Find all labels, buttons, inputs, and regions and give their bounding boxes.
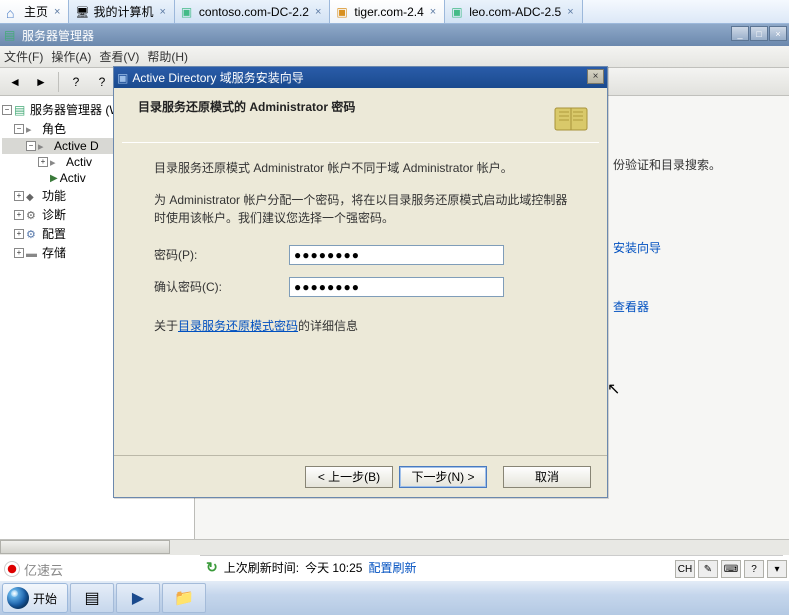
back-button[interactable]: < 上一步(B) bbox=[305, 466, 393, 488]
taskbar: 开始 ▤ ▶ 📁 bbox=[0, 581, 789, 615]
window-title: 服务器管理器 bbox=[22, 27, 94, 44]
computer-icon bbox=[75, 5, 89, 19]
ime-button[interactable]: ✎ bbox=[698, 560, 718, 578]
horizontal-scrollbar[interactable] bbox=[0, 539, 789, 555]
diagnostics-icon bbox=[26, 208, 40, 222]
dsrm-password-link[interactable]: 目录服务还原模式密码 bbox=[178, 319, 298, 333]
ime-language-bar[interactable]: CH ✎ ⌨ ? ▾ bbox=[675, 559, 787, 579]
dialog-para1: 目录服务还原模式 Administrator 帐户不同于域 Administra… bbox=[154, 159, 577, 177]
taskbar-server-manager[interactable]: ▤ bbox=[70, 583, 114, 613]
refresh-icon bbox=[206, 559, 218, 576]
refresh-label: 上次刷新时间: bbox=[224, 559, 299, 576]
ime-button[interactable]: ⌨ bbox=[721, 560, 741, 578]
nav-back-button[interactable]: ◄ bbox=[4, 71, 26, 93]
wizard-icon bbox=[117, 71, 128, 85]
next-button[interactable]: 下一步(N) > bbox=[399, 466, 487, 488]
menu-action[interactable]: 操作(A) bbox=[51, 48, 91, 65]
menu-view[interactable]: 查看(V) bbox=[99, 48, 139, 65]
menu-help[interactable]: 帮助(H) bbox=[147, 48, 188, 65]
book-icon bbox=[551, 98, 591, 138]
roles-icon bbox=[26, 122, 40, 136]
config-icon bbox=[26, 227, 40, 241]
lang-indicator[interactable]: CH bbox=[675, 560, 695, 578]
close-icon[interactable]: × bbox=[565, 6, 575, 18]
help-button[interactable]: ? bbox=[91, 71, 113, 93]
menu-bar: 文件(F) 操作(A) 查看(V) 帮助(H) bbox=[0, 46, 789, 68]
viewer-link[interactable]: 查看器 bbox=[613, 300, 649, 314]
tab-leo[interactable]: leo.com-ADC-2.5× bbox=[445, 0, 582, 23]
server-icon bbox=[336, 5, 350, 19]
taskbar-explorer[interactable]: 📁 bbox=[162, 583, 206, 613]
folder-icon bbox=[50, 155, 64, 169]
windows-orb-icon bbox=[7, 587, 29, 609]
play-icon: ▶ bbox=[50, 173, 58, 184]
right-panel: 份验证和目录搜索。 安装向导 查看器 bbox=[613, 152, 783, 319]
confirm-password-input[interactable] bbox=[289, 277, 504, 297]
dialog-title: Active Directory 域服务安装向导 bbox=[132, 69, 303, 86]
cancel-button[interactable]: 取消 bbox=[503, 466, 591, 488]
ime-options-button[interactable]: ▾ bbox=[767, 560, 787, 578]
tab-home[interactable]: 主页× bbox=[0, 0, 69, 23]
app-icon bbox=[4, 28, 18, 42]
close-icon[interactable]: × bbox=[157, 6, 167, 18]
ad-install-wizard-dialog: Active Directory 域服务安装向导 × 目录服务还原模式的 Adm… bbox=[113, 66, 608, 498]
ime-help-button[interactable]: ? bbox=[744, 560, 764, 578]
nav-forward-button[interactable]: ► bbox=[30, 71, 52, 93]
tab-tiger[interactable]: tiger.com-2.4× bbox=[330, 0, 445, 23]
wizard-link[interactable]: 安装向导 bbox=[613, 241, 661, 255]
dialog-para2: 为 Administrator 帐户分配一个密码，将在以目录服务还原模式启动此域… bbox=[154, 191, 577, 227]
taskbar-powershell[interactable]: ▶ bbox=[116, 583, 160, 613]
server-icon bbox=[14, 103, 28, 117]
server-icon bbox=[451, 5, 465, 19]
dialog-close-button[interactable]: × bbox=[587, 69, 604, 84]
close-icon[interactable]: × bbox=[313, 6, 323, 18]
home-icon bbox=[6, 5, 20, 19]
ad-icon bbox=[38, 139, 52, 153]
confirm-password-label: 确认密码(C): bbox=[154, 278, 289, 296]
maximize-button[interactable]: □ bbox=[750, 26, 768, 41]
watermark-logo-icon bbox=[4, 561, 20, 577]
dialog-body: 目录服务还原模式 Administrator 帐户不同于域 Administra… bbox=[114, 143, 607, 335]
watermark: 亿速云 bbox=[4, 559, 63, 579]
tab-mycomputer[interactable]: 我的计算机× bbox=[69, 0, 174, 23]
storage-icon bbox=[26, 246, 40, 260]
configure-refresh-link[interactable]: 配置刷新 bbox=[368, 559, 416, 576]
browser-tabs: 主页× 我的计算机× contoso.com-DC-2.2× tiger.com… bbox=[0, 0, 789, 24]
scrollbar-thumb[interactable] bbox=[0, 540, 170, 554]
minimize-button[interactable]: _ bbox=[731, 26, 749, 41]
start-button[interactable]: 开始 bbox=[2, 583, 68, 613]
toolbar-button[interactable]: ? bbox=[65, 71, 87, 93]
refresh-time: 今天 10:25 bbox=[305, 559, 362, 576]
tab-contoso[interactable]: contoso.com-DC-2.2× bbox=[175, 0, 330, 23]
features-icon bbox=[26, 189, 40, 203]
close-icon[interactable]: × bbox=[52, 6, 62, 18]
close-button[interactable]: × bbox=[769, 26, 787, 41]
dialog-titlebar[interactable]: Active Directory 域服务安装向导 × bbox=[114, 67, 607, 88]
dialog-footer: < 上一步(B) 下一步(N) > 取消 bbox=[114, 455, 607, 497]
password-input[interactable] bbox=[289, 245, 504, 265]
menu-file[interactable]: 文件(F) bbox=[4, 48, 43, 65]
close-icon[interactable]: × bbox=[428, 6, 438, 18]
password-label: 密码(P): bbox=[154, 246, 289, 264]
window-titlebar: 服务器管理器 _ □ × bbox=[0, 24, 789, 46]
dialog-heading: 目录服务还原模式的 Administrator 密码 bbox=[138, 98, 355, 115]
server-icon bbox=[181, 5, 195, 19]
description-text: 份验证和目录搜索。 bbox=[613, 156, 783, 173]
